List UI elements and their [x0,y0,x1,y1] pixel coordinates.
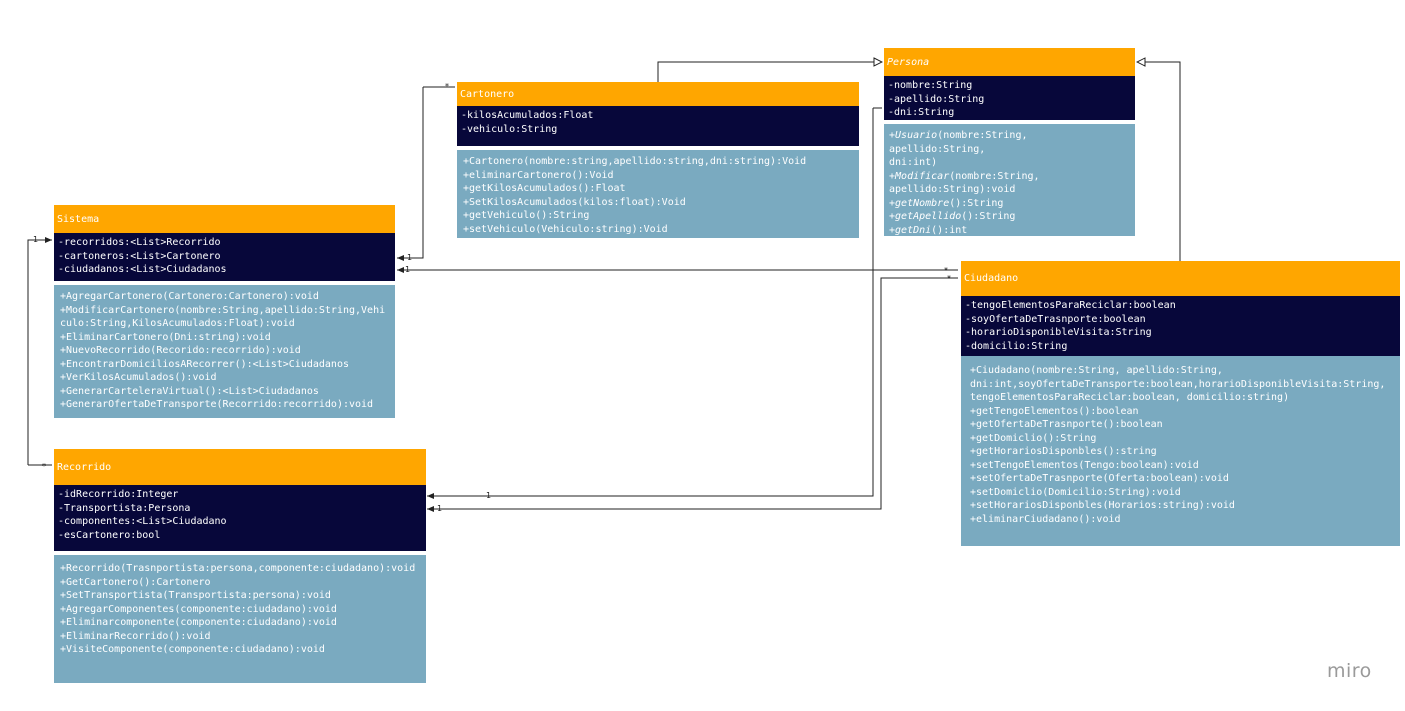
class-sistema-name: Sistema [54,205,395,233]
method: +getKilosAcumulados():Float [463,183,626,194]
mult-ciudadano-many-b: * [947,274,951,283]
method-name: getDni [895,224,932,236]
method: +Usuario(nombre:String, apellido:String,… [889,130,1028,168]
method: +Eliminarcomponente(componente:ciudadano… [60,617,337,628]
method: +EliminarCartonero(Dni:string):void [60,331,271,343]
method: +getTengoElementos():boolean [970,405,1139,417]
class-ciudadano-name: Ciudadano [961,261,1400,296]
attribute: -Transportista:Persona [58,502,191,514]
method: +ModificarCartonero(nombre:String,apelli… [60,304,386,330]
attribute: -nombre:String [888,80,973,91]
class-ciudadano-attributes: -tengoElementosParaReciclar:boolean -soy… [961,296,1400,356]
method: +AgregarCartonero(Cartonero:Cartonero):v… [60,291,319,302]
mult-recorrido-one-b: 1 [437,504,443,513]
class-recorrido-attributes: -idRecorrido:Integer -Transportista:Pers… [54,485,426,551]
method-name: Usuario [895,130,938,141]
method: +GenerarOfertaDeTransporte(Recorrido:rec… [60,399,374,410]
class-recorrido-methods: +Recorrido(Trasnportista:persona,compone… [54,555,426,683]
method-name: Modificar [895,170,950,182]
link-sistema-cartonero [397,87,424,261]
class-persona-attributes: -nombre:String -apellido:String -dni:Str… [884,76,1135,120]
mult-cartonero-many: * [445,82,449,91]
class-sistema-methods: +AgregarCartonero(Cartonero:Cartonero):v… [54,285,395,418]
class-ciudadano-methods: +Ciudadano(nombre:String, apellido:Strin… [961,356,1400,546]
attribute: -dni:String [888,107,955,118]
method: +AgregarComponentes(componente:ciudadano… [60,603,337,615]
link-sistema-recorrido [27,237,52,465]
method: +VisiteComponente(componente:ciudadano):… [60,644,325,655]
attribute: -domicilio:String [965,340,1068,352]
attribute: -vehiculo:String [461,123,558,135]
attribute: -horarioDisponibleVisita:String [965,327,1152,338]
link-ciudadano-persona [1137,62,1181,261]
link-recorrido-ciudadano [427,277,958,512]
attribute: -soyOfertaDeTrasnporte:boolean [965,313,1146,325]
mult-sistema-ciudadano: 1 [405,265,411,274]
class-cartonero-methods: +Cartonero(nombre:string,apellido:string… [457,150,859,238]
method: +setTengoElementos(Tengo:boolean):void [970,459,1199,471]
method: +setDomiclio(Domicilio:String):void [970,486,1181,498]
method: +setVehiculo(Vehiculo:string):Void [463,223,668,235]
method: +GenerarCarteleraVirtual():<List>Ciudada… [60,385,319,397]
attribute: -apellido:String [888,93,985,105]
method: +SetTransportista(Transportista:persona)… [60,590,331,601]
method: +getVehiculo():String [463,210,590,221]
method: +eliminarCiudadano():void [970,513,1121,525]
class-sistema[interactable]: Sistema -recorridos:<List>Recorrido -car… [54,205,395,418]
attribute: -componentes:<List>Ciudadano [58,516,227,527]
method: +getNombre():String [889,197,1004,209]
method: +getOfertaDeTrasnporte():boolean [970,419,1163,430]
class-sistema-attributes: -recorridos:<List>Recorrido -cartoneros:… [54,233,395,281]
mult-recorrido-many: * [42,462,46,471]
method: +setOfertaDeTrasnporte(Oferta:boolean):v… [970,473,1229,484]
method: +Recorrido(Trasnportista:persona,compone… [60,563,416,574]
method: +getApellido():String [889,211,1016,222]
method: +getDomiclio():String [970,432,1097,444]
method-params: ():String [961,211,1016,222]
class-persona-name: Persona [884,48,1135,76]
class-recorrido[interactable]: Recorrido -idRecorrido:Integer -Transpor… [54,449,426,683]
link-cartonero-persona [657,62,882,82]
attribute: -tengoElementosParaReciclar:boolean [965,300,1176,311]
attribute: -ciudadanos:<List>Ciudadanos [58,264,227,275]
method: +Ciudadano(nombre:String, apellido:Strin… [970,365,1386,403]
method: +getHorariosDisponbles():string [970,446,1157,457]
method: +eliminarCartonero():Void [463,169,614,181]
method: +VerKilosAcumulados():void [60,372,217,383]
attribute: -esCartonero:bool [58,529,161,541]
class-cartonero[interactable]: Cartonero -kilosAcumulados:Float -vehicu… [457,82,859,238]
method-params: ():int [931,224,968,236]
attribute: -idRecorrido:Integer [58,489,179,500]
method: +EncontrarDomiciliosARecorrer():<List>Ci… [60,358,349,370]
method: +SetKilosAcumulados(kilos:float):Void [463,196,686,208]
class-cartonero-attributes: -kilosAcumulados:Float -vehiculo:String [457,106,859,146]
mult-sistema-cartonero: 1 [407,253,413,262]
method-name: getApellido [895,211,962,222]
method: +EliminarRecorrido():void [60,630,211,642]
miro-logo: miro [1327,660,1372,682]
method-params: ():String [949,197,1004,209]
attribute: -cartoneros:<List>Cartonero [58,250,221,262]
method: +Cartonero(nombre:string,apellido:string… [463,156,807,167]
attribute: -recorridos:<List>Recorrido [58,237,221,248]
mult-recorrido-one-a: 1 [486,491,492,500]
method: +Modificar(nombre:String, apellido:Strin… [889,170,1040,196]
method: +setHorariosDisponbles(Horarios:string):… [970,500,1235,511]
class-persona-methods: +Usuario(nombre:String, apellido:String,… [884,124,1135,236]
method: +NuevoRecorrido(Recorido:recorrido):void [60,345,301,356]
class-ciudadano[interactable]: Ciudadano -tengoElementosParaReciclar:bo… [961,261,1400,546]
class-cartonero-name: Cartonero [457,82,859,106]
method: +GetCartonero():Cartonero [60,576,211,588]
class-recorrido-name: Recorrido [54,449,426,485]
class-persona[interactable]: Persona -nombre:String -apellido:String … [884,48,1135,236]
method: +getDni():int [889,224,968,236]
mult-sistema-recorrido: 1 [33,235,39,244]
method-name: getNombre [895,197,950,209]
attribute: -kilosAcumulados:Float [461,110,594,121]
